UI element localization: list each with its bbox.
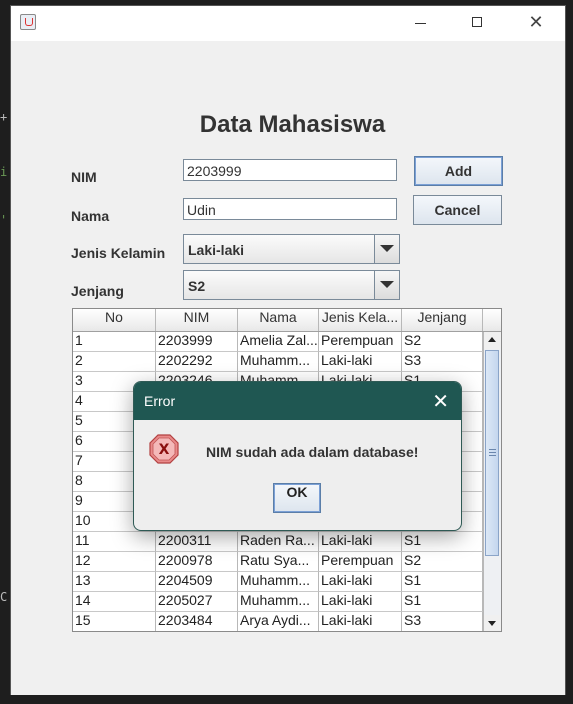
table-cell[interactable]: 11 <box>73 532 156 552</box>
table-cell[interactable]: Ratu Sya... <box>238 552 319 572</box>
table-cell[interactable]: 2 <box>73 352 156 372</box>
table-cell[interactable]: S1 <box>402 572 483 592</box>
table-header: No NIM Nama Jenis Kela... Jenjang <box>73 309 483 332</box>
table-cell[interactable]: 2203484 <box>156 612 238 631</box>
vertical-scrollbar[interactable] <box>483 332 501 631</box>
grip-icon <box>489 449 496 456</box>
nama-field[interactable]: Udin <box>183 198 397 220</box>
table-row[interactable]: 13 2204509 Muhamm... Laki-laki S1 <box>73 572 483 592</box>
column-header-nim[interactable]: NIM <box>156 309 238 331</box>
column-header-jenis-kelamin[interactable]: Jenis Kela... <box>319 309 402 331</box>
nim-label: NIM <box>71 169 97 185</box>
background-glyph: C <box>0 590 8 604</box>
table-cell[interactable]: Amelia Zal... <box>238 332 319 352</box>
form-title: Data Mahasiswa <box>199 111 386 138</box>
table-cell[interactable]: 2204509 <box>156 572 238 592</box>
background-glyph: i <box>0 165 8 179</box>
jenis-kelamin-label: Jenis Kelamin <box>71 245 166 261</box>
nama-label: Nama <box>71 208 110 224</box>
cancel-button[interactable]: Cancel <box>413 195 502 225</box>
table-cell[interactable]: 12 <box>73 552 156 572</box>
table-cell[interactable]: S3 <box>402 352 483 372</box>
table-cell[interactable]: 1 <box>73 332 156 352</box>
jenjang-combo[interactable]: S2 <box>183 270 400 300</box>
column-header-no[interactable]: No <box>73 309 156 331</box>
table-cell[interactable]: Laki-laki <box>319 532 402 552</box>
form-panel: Data Mahasiswa NIM 2203999 Nama Udin Jen… <box>11 41 565 695</box>
add-button[interactable]: Add <box>414 156 503 186</box>
ok-button[interactable]: OK <box>273 483 321 513</box>
table-cell[interactable]: S3 <box>402 612 483 631</box>
table-cell[interactable]: Muhamm... <box>238 572 319 592</box>
table-row[interactable]: 11 2200311 Raden Ra... Laki-laki S1 <box>73 532 483 552</box>
scroll-down-icon[interactable] <box>484 615 501 631</box>
table-cell[interactable]: Arya Aydi... <box>238 612 319 631</box>
table-cell[interactable]: 14 <box>73 592 156 612</box>
java-app-icon <box>20 14 36 30</box>
close-button[interactable]: ✕ <box>516 10 556 36</box>
dialog-title-bar: Error ✕ <box>134 382 461 420</box>
minimize-button[interactable] <box>401 10 441 36</box>
app-window: ✕ Data Mahasiswa NIM 2203999 Nama Udin J… <box>10 5 566 695</box>
jenjang-value: S2 <box>188 278 206 294</box>
background-glyph: ' <box>0 213 8 227</box>
table-cell[interactable]: Perempuan <box>319 552 402 572</box>
chevron-down-icon[interactable] <box>374 271 399 299</box>
table-cell[interactable]: S1 <box>402 592 483 612</box>
title-bar: ✕ <box>11 6 565 41</box>
background-glyph: + <box>0 110 8 124</box>
table-cell[interactable]: 13 <box>73 572 156 592</box>
error-dialog: Error ✕ X NIM sudah ada dalam database! … <box>133 381 462 531</box>
table-row[interactable]: 12 2200978 Ratu Sya... Perempuan S2 <box>73 552 483 572</box>
table-cell[interactable]: S1 <box>402 532 483 552</box>
table-cell[interactable]: Raden Ra... <box>238 532 319 552</box>
table-cell[interactable]: 2205027 <box>156 592 238 612</box>
table-row[interactable]: 1 2203999 Amelia Zal... Perempuan S2 <box>73 332 483 352</box>
table-cell[interactable]: S2 <box>402 332 483 352</box>
table-row[interactable]: 2 2202292 Muhamm... Laki-laki S3 <box>73 352 483 372</box>
table-cell[interactable]: 2203999 <box>156 332 238 352</box>
error-message: NIM sudah ada dalam database! <box>206 444 419 460</box>
scroll-up-icon[interactable] <box>484 332 501 349</box>
error-icon-glyph: X <box>159 442 170 458</box>
dialog-title: Error <box>144 393 176 409</box>
maximize-button[interactable] <box>458 10 498 36</box>
table-corner <box>483 309 501 332</box>
table-cell[interactable]: Laki-laki <box>319 352 402 372</box>
scroll-thumb[interactable] <box>485 350 499 556</box>
table-cell[interactable]: S2 <box>402 552 483 572</box>
table-cell[interactable]: 15 <box>73 612 156 631</box>
dialog-close-icon[interactable]: ✕ <box>432 389 449 413</box>
jenjang-label: Jenjang <box>71 283 124 299</box>
table-row[interactable]: 14 2205027 Muhamm... Laki-laki S1 <box>73 592 483 612</box>
table-cell[interactable]: Laki-laki <box>319 592 402 612</box>
table-row[interactable]: 15 2203484 Arya Aydi... Laki-laki S3 <box>73 612 483 631</box>
jenis-kelamin-combo[interactable]: Laki-laki <box>183 234 400 264</box>
table-cell[interactable]: 2200311 <box>156 532 238 552</box>
column-header-nama[interactable]: Nama <box>238 309 319 331</box>
table-cell[interactable]: 2200978 <box>156 552 238 572</box>
table-cell[interactable]: Perempuan <box>319 332 402 352</box>
error-icon: X <box>149 434 179 464</box>
table-cell[interactable]: Muhamm... <box>238 352 319 372</box>
chevron-down-icon[interactable] <box>374 235 399 263</box>
background-editor: + i ' C <box>0 0 10 704</box>
table-cell[interactable]: Laki-laki <box>319 572 402 592</box>
table-cell[interactable]: 2202292 <box>156 352 238 372</box>
nim-field[interactable]: 2203999 <box>183 159 397 181</box>
table-cell[interactable]: Laki-laki <box>319 612 402 631</box>
jenis-kelamin-value: Laki-laki <box>188 242 245 258</box>
table-cell[interactable]: Muhamm... <box>238 592 319 612</box>
column-header-jenjang[interactable]: Jenjang <box>402 309 483 331</box>
